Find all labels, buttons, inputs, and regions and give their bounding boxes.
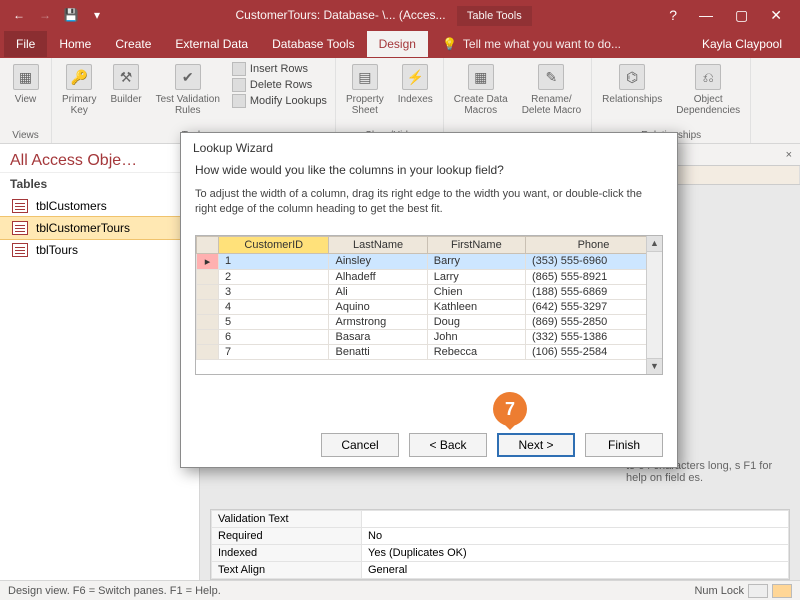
titlebar: ← → 💾 ▾ CustomerTours: Database- \... (A… bbox=[0, 0, 800, 30]
primary-key-button[interactable]: 🔑Primary Key bbox=[60, 62, 98, 116]
prop-row: RequiredNo bbox=[212, 528, 789, 545]
tell-me[interactable]: 💡Tell me what you want to do... bbox=[428, 37, 702, 51]
dialog-title: Lookup Wizard bbox=[181, 133, 677, 159]
table-icon bbox=[12, 221, 28, 235]
table-icon bbox=[12, 199, 28, 213]
builder-button[interactable]: ⚒Builder bbox=[108, 62, 143, 105]
rename-icon: ✎ bbox=[538, 64, 564, 90]
step-callout: 7 bbox=[493, 392, 527, 426]
tab-design[interactable]: Design bbox=[367, 31, 428, 57]
menubar: File Home Create External Data Database … bbox=[0, 30, 800, 58]
column-width-grid[interactable]: CustomerID LastName FirstName Phone ▸1Ai… bbox=[195, 235, 663, 375]
row-selector-header[interactable] bbox=[197, 236, 219, 253]
insert-row-icon bbox=[232, 62, 246, 76]
builder-icon: ⚒ bbox=[113, 64, 139, 90]
table-icon bbox=[12, 243, 28, 257]
col-customerid[interactable]: CustomerID bbox=[219, 236, 329, 253]
view-design-button[interactable] bbox=[772, 584, 792, 598]
relationships-button[interactable]: ⌬Relationships bbox=[600, 62, 664, 105]
table-row: ▸1AinsleyBarry(353) 555-6960 bbox=[197, 253, 662, 269]
nav-category[interactable]: Tables bbox=[0, 173, 199, 195]
view-datasheet-button[interactable] bbox=[748, 584, 768, 598]
save-icon[interactable]: 💾 bbox=[64, 8, 78, 22]
sheet-icon: ▤ bbox=[352, 64, 378, 90]
validate-icon: ✔ bbox=[175, 64, 201, 90]
step-number: 7 bbox=[493, 392, 527, 426]
insert-rows-button[interactable]: Insert Rows bbox=[232, 62, 327, 76]
col-firstname[interactable]: FirstName bbox=[427, 236, 525, 253]
test-validation-button[interactable]: ✔Test Validation Rules bbox=[154, 62, 222, 116]
prop-row: IndexedYes (Duplicates OK) bbox=[212, 545, 789, 562]
help-icon[interactable]: ? bbox=[669, 7, 677, 24]
delete-rows-button[interactable]: Delete Rows bbox=[232, 78, 327, 92]
lookup-wizard-dialog: Lookup Wizard How wide would you like th… bbox=[180, 132, 678, 468]
scroll-up-icon[interactable]: ▲ bbox=[647, 236, 662, 252]
tab-database-tools[interactable]: Database Tools bbox=[260, 31, 367, 57]
finish-button[interactable]: Finish bbox=[585, 433, 663, 457]
status-numlock: Num Lock bbox=[694, 585, 744, 597]
view-button[interactable]: ▦View bbox=[11, 62, 41, 105]
macro-icon: ▦ bbox=[468, 64, 494, 90]
back-icon[interactable]: ← bbox=[12, 8, 26, 22]
index-icon: ⚡ bbox=[402, 64, 428, 90]
status-left: Design view. F6 = Switch panes. F1 = Hel… bbox=[8, 585, 221, 597]
contextual-tab-label: Table Tools bbox=[457, 6, 532, 26]
table-row: 7BenattiRebecca(106) 555-2584 bbox=[197, 344, 662, 359]
scroll-down-icon[interactable]: ▼ bbox=[647, 358, 662, 374]
tab-file[interactable]: File bbox=[4, 31, 47, 57]
create-data-macros-button[interactable]: ▦Create Data Macros bbox=[452, 62, 510, 116]
user-name[interactable]: Kayla Claypool bbox=[702, 37, 796, 51]
relationship-icon: ⌬ bbox=[619, 64, 645, 90]
prop-row: Text AlignGeneral bbox=[212, 562, 789, 579]
close-icon[interactable]: ✕ bbox=[770, 7, 782, 24]
dialog-instruction: To adjust the width of a column, drag it… bbox=[195, 187, 663, 217]
nav-item-tbltours[interactable]: tblTours bbox=[0, 239, 199, 261]
window-title: CustomerTours: Database- \... (Acces... bbox=[235, 8, 445, 22]
table-row: 4AquinoKathleen(642) 555-3297 bbox=[197, 299, 662, 314]
table-row: 3AliChien(188) 555-6869 bbox=[197, 284, 662, 299]
back-button[interactable]: < Back bbox=[409, 433, 487, 457]
object-dependencies-button[interactable]: ⎌Object Dependencies bbox=[674, 62, 742, 116]
rename-delete-macro-button[interactable]: ✎Rename/ Delete Macro bbox=[520, 62, 583, 116]
table-row: 5ArmstrongDoug(869) 555-2850 bbox=[197, 314, 662, 329]
col-phone[interactable]: Phone bbox=[525, 236, 661, 253]
table-row: 6BasaraJohn(332) 555-1386 bbox=[197, 329, 662, 344]
delete-row-icon bbox=[232, 78, 246, 92]
key-icon: 🔑 bbox=[66, 64, 92, 90]
tab-create[interactable]: Create bbox=[103, 31, 163, 57]
property-sheet: Validation Text RequiredNo IndexedYes (D… bbox=[210, 509, 790, 580]
tab-external-data[interactable]: External Data bbox=[163, 31, 260, 57]
modify-lookups-button[interactable]: Modify Lookups bbox=[232, 94, 327, 108]
indexes-button[interactable]: ⚡Indexes bbox=[396, 62, 435, 105]
group-views: Views bbox=[12, 130, 39, 141]
lookup-icon bbox=[232, 94, 246, 108]
lightbulb-icon: 💡 bbox=[442, 37, 457, 51]
prop-row: Validation Text bbox=[212, 511, 789, 528]
cancel-button[interactable]: Cancel bbox=[321, 433, 399, 457]
nav-heading[interactable]: All Access Obje… bbox=[0, 144, 199, 173]
nav-pane: All Access Obje… Tables tblCustomers tbl… bbox=[0, 144, 200, 580]
minimize-icon[interactable]: — bbox=[699, 7, 713, 24]
maximize-icon[interactable]: ▢ bbox=[735, 7, 748, 24]
statusbar: Design view. F6 = Switch panes. F1 = Hel… bbox=[0, 580, 800, 600]
dialog-question: How wide would you like the columns in y… bbox=[195, 163, 663, 177]
tab-home[interactable]: Home bbox=[47, 31, 103, 57]
table-row: 2AlhadeffLarry(865) 555-8921 bbox=[197, 269, 662, 284]
grid-scrollbar[interactable]: ▲ ▼ bbox=[646, 236, 662, 374]
nav-item-tblcustomers[interactable]: tblCustomers bbox=[0, 195, 199, 217]
nav-item-tblcustomertours[interactable]: tblCustomerTours bbox=[0, 217, 199, 239]
close-tab-button[interactable]: × bbox=[778, 149, 800, 161]
customize-icon[interactable]: ▾ bbox=[90, 8, 104, 22]
forward-icon: → bbox=[38, 8, 52, 22]
col-lastname[interactable]: LastName bbox=[329, 236, 427, 253]
property-sheet-button[interactable]: ▤Property Sheet bbox=[344, 62, 386, 116]
dependency-icon: ⎌ bbox=[695, 64, 721, 90]
grid-icon: ▦ bbox=[13, 64, 39, 90]
